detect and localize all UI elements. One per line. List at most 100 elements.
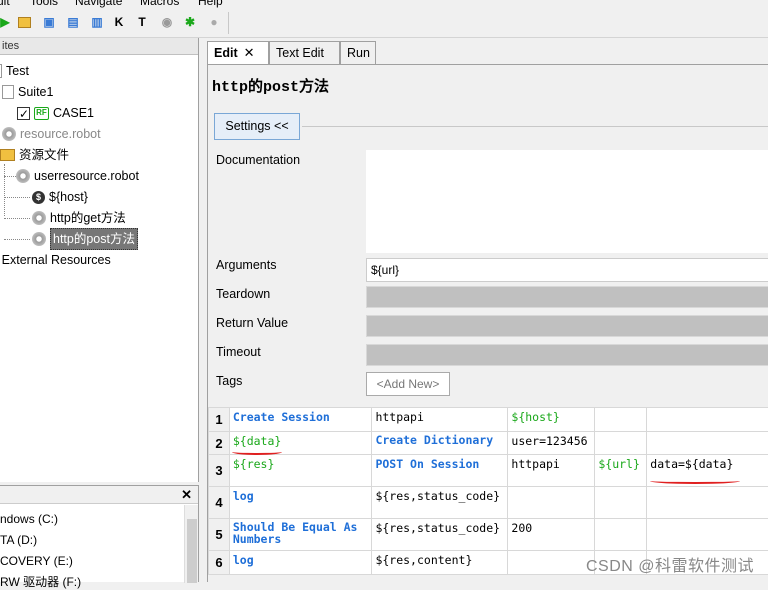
row-number[interactable]: 3 [209, 455, 230, 487]
toolbar: ▶ ▣ ▤ ▥ K T ◉ ✱ ● [0, 8, 768, 38]
red-underline-annotation [232, 449, 282, 455]
grid-cell[interactable]: httpapi [372, 408, 508, 432]
open-icon[interactable] [15, 13, 33, 31]
grid-cell[interactable]: Should Be Equal As Numbers [229, 519, 372, 551]
search-keywords-icon[interactable]: K [110, 13, 128, 31]
drive-item[interactable]: TA (D:) [0, 533, 37, 547]
teardown-field[interactable] [366, 286, 768, 308]
grid-cell[interactable]: 200 [508, 519, 595, 551]
documentation-field[interactable] [366, 150, 768, 253]
table-row: 5 Should Be Equal As Numbers ${res,statu… [209, 519, 768, 551]
tree-node-test[interactable]: Test [0, 61, 29, 81]
vertical-scrollbar[interactable] [184, 505, 198, 583]
grid-cell[interactable]: httpapi [508, 455, 595, 487]
menu-file[interactable]: uit [0, 0, 10, 8]
keyword-editor: http的post方法 Settings << Documentation Ar… [207, 64, 768, 582]
red-underline-annotation [650, 478, 740, 484]
grid-cell[interactable]: ${res,status_code} [372, 487, 508, 519]
row-number[interactable]: 5 [209, 519, 230, 551]
drive-item[interactable]: ndows (C:) [0, 512, 58, 526]
grid-cell[interactable]: Create Session [229, 408, 372, 432]
tree-node-resource-folder[interactable]: 资源文件 [0, 145, 69, 165]
file-explorer-header: ✕ [0, 486, 198, 504]
timeout-label: Timeout [216, 345, 261, 359]
return-value-field[interactable] [366, 315, 768, 337]
menu-help[interactable]: Help [198, 0, 223, 8]
row-number[interactable]: 2 [209, 432, 230, 455]
stop-icon[interactable]: ● [205, 13, 223, 31]
tags-label: Tags [216, 374, 242, 388]
forward-icon[interactable]: ◉ [158, 13, 176, 31]
save-icon[interactable]: ▣ [40, 13, 58, 31]
tree-node-suite1[interactable]: Suite1 [2, 82, 53, 102]
watermark: CSDN @科雷软件测试 [586, 552, 754, 576]
tree-node-post-keyword[interactable]: http的post方法 [32, 229, 138, 249]
grid-cell[interactable] [647, 432, 768, 455]
teardown-label: Teardown [216, 287, 270, 301]
add-tag-button[interactable]: <Add New> [366, 372, 450, 396]
run-icon[interactable]: ▶ [0, 13, 14, 31]
close-icon[interactable]: ✕ [244, 45, 255, 60]
settings-toggle-button[interactable]: Settings << [214, 113, 300, 140]
row-number[interactable]: 4 [209, 487, 230, 519]
tree-node-external-resources[interactable]: ⁄ External Resources [0, 250, 111, 270]
row-number[interactable]: 6 [209, 551, 230, 575]
tree-node-case1[interactable]: RF CASE1 [17, 103, 94, 123]
grid-cell[interactable] [595, 408, 647, 432]
menu-navigate[interactable]: Navigate [75, 0, 122, 8]
bug-icon[interactable]: ✱ [181, 13, 199, 31]
grid-cell[interactable]: log [229, 487, 372, 519]
grid-cell[interactable]: ${res} [229, 455, 372, 487]
grid-cell[interactable] [508, 487, 595, 519]
table-row: 1 Create Session httpapi ${host} [209, 408, 768, 432]
gear-icon [16, 169, 30, 183]
grid-cell[interactable]: ${url} [595, 455, 647, 487]
grid-cell[interactable] [647, 519, 768, 551]
checkbox-icon[interactable] [17, 107, 30, 120]
timeout-field[interactable] [366, 344, 768, 366]
grid-cell[interactable] [595, 519, 647, 551]
tree-line [4, 197, 30, 198]
menu-tools[interactable]: Tools [30, 0, 58, 8]
tree-node-userresource[interactable]: userresource.robot [16, 166, 139, 186]
tab-run[interactable]: Run [340, 41, 376, 65]
row-number[interactable]: 1 [209, 408, 230, 432]
search-tests-icon[interactable]: T [133, 13, 151, 31]
tree-node-host-variable[interactable]: $ ${host} [32, 187, 88, 207]
save-all-icon[interactable]: ▤ [64, 13, 82, 31]
arguments-label: Arguments [216, 258, 276, 272]
tab-edit[interactable]: Edit✕ [207, 41, 269, 65]
grid-cell[interactable]: user=123456 [508, 432, 595, 455]
return-value-label: Return Value [216, 316, 288, 330]
menu-macros[interactable]: Macros [140, 0, 179, 8]
grid-cell[interactable]: log [229, 551, 372, 575]
grid-cell[interactable]: ${res,status_code} [372, 519, 508, 551]
tree-line [4, 164, 5, 216]
tree-node-get-keyword[interactable]: http的get方法 [32, 208, 126, 228]
tree-panel: ites Test Suite1 RF CASE1 resource.robot… [0, 38, 199, 482]
project-icon [0, 64, 2, 78]
tab-text-edit[interactable]: Text Edit [269, 41, 340, 65]
grid-cell[interactable] [508, 551, 595, 575]
gear-icon [32, 211, 46, 225]
file-explorer-pane: ✕ ndows (C:) TA (D:) COVERY (E:) RW 驱动器 … [0, 485, 199, 582]
tree-node-resource[interactable]: resource.robot [2, 124, 101, 144]
close-icon[interactable]: ✕ [181, 487, 192, 503]
arguments-field[interactable]: ${url} [366, 258, 768, 282]
grid-cell[interactable]: Create Dictionary [372, 432, 508, 455]
drive-item[interactable]: COVERY (E:) [0, 554, 73, 568]
grid-cell[interactable] [647, 487, 768, 519]
table-row: 4 log ${res,status_code} [209, 487, 768, 519]
grid-cell[interactable] [595, 487, 647, 519]
save-as-icon[interactable]: ▥ [88, 13, 106, 31]
testcase-icon: RF [34, 107, 49, 120]
grid-cell[interactable]: ${res,content} [372, 551, 508, 575]
selected-label: http的post方法 [50, 228, 138, 250]
grid-cell[interactable]: POST On Session [372, 455, 508, 487]
grid-cell[interactable] [595, 432, 647, 455]
grid-cell[interactable] [647, 408, 768, 432]
tree-line [4, 218, 30, 219]
grid-cell[interactable]: ${host} [508, 408, 595, 432]
tree-line [4, 239, 30, 240]
scrollbar-thumb[interactable] [187, 519, 197, 583]
